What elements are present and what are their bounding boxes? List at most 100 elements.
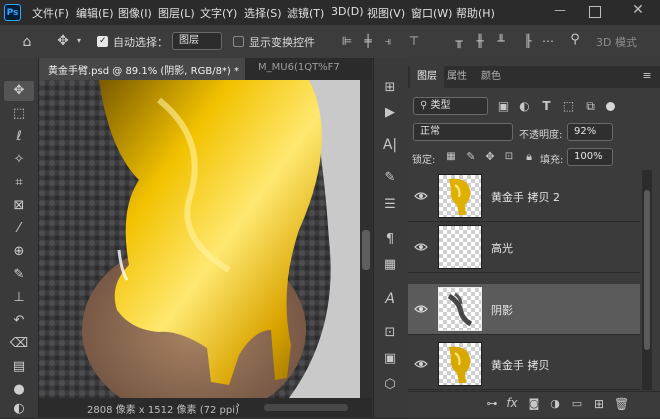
layer-row[interactable]: 黄金手 拷贝 2	[408, 171, 640, 222]
glyphs-panel-icon[interactable]: A	[382, 292, 398, 306]
filter-type-icon[interactable]: T	[540, 99, 553, 113]
menu-type[interactable]: 文字(Y)	[200, 5, 237, 21]
paragraph-panel-icon[interactable]: ¶	[382, 233, 398, 247]
adjustments-icon[interactable]: ☰	[382, 198, 398, 212]
lock-transparent-icon[interactable]: ▦	[445, 150, 457, 164]
lock-position-icon[interactable]: ✥	[484, 150, 496, 164]
swatches-icon[interactable]: ▦	[382, 258, 398, 272]
layer-row[interactable]: 高光	[408, 222, 640, 273]
filter-pixel-icon[interactable]: ▣	[497, 99, 510, 113]
new-layer-icon[interactable]: ⊞	[592, 397, 606, 411]
blur-tool-icon[interactable]: ●	[9, 380, 29, 400]
menu-help[interactable]: 帮助(H)	[456, 5, 495, 21]
maximize-icon[interactable]	[589, 6, 601, 18]
distribute-middle-icon[interactable]: ╫	[473, 34, 487, 48]
healing-brush-icon[interactable]: ⊕	[9, 242, 29, 262]
horizontal-scrollbar[interactable]	[264, 404, 348, 411]
fx-icon[interactable]: fx	[505, 396, 519, 410]
libraries-icon[interactable]: ⊡	[382, 326, 398, 340]
eraser-tool-icon[interactable]: ⌫	[9, 334, 29, 354]
distribute-top-icon[interactable]: ╥	[452, 34, 466, 48]
more-options-icon[interactable]: ⋯	[541, 34, 555, 48]
canvas-vertical-scrollbar[interactable]	[360, 80, 372, 398]
filter-adjustment-icon[interactable]: ◐	[518, 99, 531, 113]
menu-select[interactable]: 选择(S)	[244, 5, 282, 21]
eye-icon[interactable]	[414, 359, 428, 369]
delete-layer-icon[interactable]: 🗑︎	[614, 397, 629, 411]
new-group-icon[interactable]: ▭	[570, 397, 584, 411]
align-top-icon[interactable]: ⊤	[407, 34, 421, 48]
fill-input[interactable]: 100%	[567, 148, 613, 166]
eye-icon[interactable]	[414, 191, 428, 201]
show-transform-checkbox[interactable]	[233, 36, 244, 47]
auto-select-target-dropdown[interactable]: 图层	[172, 32, 222, 50]
magic-wand-icon[interactable]: ✧	[9, 150, 29, 170]
menu-filter[interactable]: 滤镜(T)	[287, 5, 324, 21]
crop-tool-icon[interactable]: ⌗	[9, 173, 29, 193]
menu-window[interactable]: 窗口(W)	[411, 5, 452, 21]
filter-shape-icon[interactable]: ⬚	[562, 99, 575, 113]
align-center-icon[interactable]: ╪	[361, 34, 375, 48]
auto-select-checkbox[interactable]	[97, 36, 108, 47]
document-canvas[interactable]	[39, 80, 360, 398]
search-icon[interactable]: ⚲	[568, 33, 582, 47]
menu-file[interactable]: 文件(F)	[32, 5, 69, 21]
lock-image-icon[interactable]: ✎	[465, 150, 477, 164]
menu-layer[interactable]: 图层(L)	[158, 5, 195, 21]
link-layers-icon[interactable]: ⊶	[485, 397, 499, 411]
history-panel-icon[interactable]: ⊞	[382, 81, 398, 95]
status-menu-arrow-icon[interactable]: ›	[236, 400, 240, 411]
tab-properties[interactable]: 属性	[440, 66, 474, 88]
gradient-tool-icon[interactable]: ▤	[9, 357, 29, 377]
marquee-tool-icon[interactable]: ⬚	[9, 104, 29, 124]
actions-panel-icon[interactable]: ▶	[382, 106, 398, 120]
close-icon[interactable]: ✕	[628, 2, 648, 20]
layer-row[interactable]: 黄金手 拷贝	[408, 339, 640, 390]
paths-icon[interactable]: ⬡	[382, 378, 398, 392]
distribute-bottom-icon[interactable]: ╨	[494, 34, 508, 48]
opacity-input[interactable]: 92%	[567, 123, 613, 141]
new-adjustment-layer-icon[interactable]: ◑	[548, 397, 562, 411]
document-tab-label: 黄金手臂.psd @ 89.1% (阴影, RGB/8*) *	[48, 66, 240, 77]
character-panel-icon[interactable]: A|	[382, 138, 398, 152]
filter-toggle-icon[interactable]	[606, 102, 615, 111]
layer-filter-dropdown[interactable]: ⚲ 类型	[413, 97, 488, 115]
align-right-icon[interactable]: ⫣	[381, 34, 395, 48]
channels-icon[interactable]: ▣	[382, 352, 398, 366]
menu-view[interactable]: 视图(V)	[367, 5, 405, 21]
layer-row-selected[interactable]: 阴影	[408, 284, 640, 335]
tab-color[interactable]: 颜色	[474, 66, 508, 88]
dodge-tool-icon[interactable]: ◐	[9, 399, 29, 419]
lock-artboard-icon[interactable]: ⊡	[503, 150, 515, 164]
eye-icon[interactable]	[414, 304, 428, 314]
canvas-scroll-thumb[interactable]	[362, 230, 370, 270]
3d-mode-label: 3D 模式	[596, 36, 637, 49]
eye-icon[interactable]	[414, 242, 428, 252]
clone-stamp-icon[interactable]: ⊥	[9, 288, 29, 308]
align-left-icon[interactable]: ⊫	[340, 34, 354, 48]
chevron-down-icon[interactable]: ▾	[74, 34, 84, 48]
brush-tool-icon[interactable]: ✎	[9, 265, 29, 285]
frame-tool-icon[interactable]: ⊠	[9, 196, 29, 216]
document-tab-2[interactable]: M_MU6(1QT%F7	[252, 58, 370, 80]
move-tool-icon[interactable]: ✥	[55, 34, 71, 48]
layers-scroll-thumb[interactable]	[644, 190, 650, 350]
add-mask-icon[interactable]: ◙	[527, 397, 541, 411]
blend-mode-dropdown[interactable]: 正常	[413, 123, 513, 141]
menu-image[interactable]: 图像(I)	[118, 5, 152, 21]
eyedropper-icon[interactable]: ⁄	[9, 219, 29, 239]
panel-menu-icon[interactable]: ≡	[640, 69, 654, 83]
tab-layers[interactable]: 图层	[410, 66, 444, 88]
move-tool-icon[interactable]: ✥	[9, 81, 29, 101]
document-tab-active[interactable]: 黄金手臂.psd @ 89.1% (阴影, RGB/8*) *	[39, 58, 245, 80]
lasso-tool-icon[interactable]: ℓ	[9, 127, 29, 147]
lock-all-icon[interactable]: 🔒︎	[523, 150, 535, 164]
brush-settings-icon[interactable]: ✎	[382, 171, 398, 185]
menu-edit[interactable]: 编辑(E)	[76, 5, 114, 21]
minimize-icon[interactable]: —	[550, 3, 570, 21]
home-icon[interactable]: ⌂	[19, 35, 35, 49]
menu-3d[interactable]: 3D(D)	[331, 5, 364, 18]
distribute-left-icon[interactable]: ╟	[521, 34, 535, 48]
history-brush-icon[interactable]: ↶	[9, 311, 29, 331]
filter-smart-object-icon[interactable]: ⧉	[584, 99, 597, 113]
